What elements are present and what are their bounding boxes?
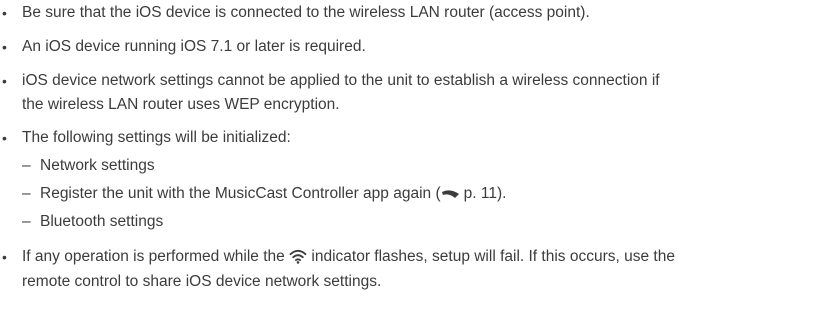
note-4-line-1: The following settings will be initializ…: [22, 129, 291, 146]
subitem-network-settings: Network settings: [40, 157, 155, 174]
note-5-line-1: If any operation is performed while the …: [22, 247, 675, 267]
dash-marker: –: [22, 157, 31, 174]
bullet-marker: •: [2, 5, 7, 21]
note-1-line-1: Be sure that the iOS device is connected…: [22, 4, 590, 21]
note-2-line-1: An iOS device running iOS 7.1 or later i…: [22, 38, 366, 55]
subitem-bluetooth-settings: Bluetooth settings: [40, 213, 164, 230]
note-3-line-2: the wireless LAN router uses WEP encrypt…: [22, 96, 340, 113]
notes-list: • Be sure that the iOS device is connect…: [0, 0, 827, 314]
dash-marker: –: [22, 213, 31, 230]
subitem-register-unit: Register the unit with the MusicCast Con…: [40, 184, 506, 204]
bullet-marker: •: [2, 249, 7, 265]
note-3-line-1: iOS device network settings cannot be ap…: [22, 72, 660, 89]
wifi-icon: [289, 249, 307, 265]
subitem-register-text-before: Register the unit with the MusicCast Con…: [40, 185, 441, 202]
note-5-line-2: remote control to share iOS device netwo…: [22, 273, 382, 290]
note-5-text-after: indicator flashes, setup will fail. If t…: [307, 248, 675, 265]
subitem-register-text-after: ).: [496, 185, 507, 202]
bullet-marker: •: [2, 39, 7, 55]
page-reference-link[interactable]: p. 11: [464, 185, 497, 202]
note-5-text-before: If any operation is performed while the: [22, 248, 290, 265]
bullet-marker: •: [2, 73, 7, 89]
dash-marker: –: [22, 185, 31, 202]
page-reference-icon: [441, 189, 460, 199]
bullet-marker: •: [2, 130, 7, 146]
